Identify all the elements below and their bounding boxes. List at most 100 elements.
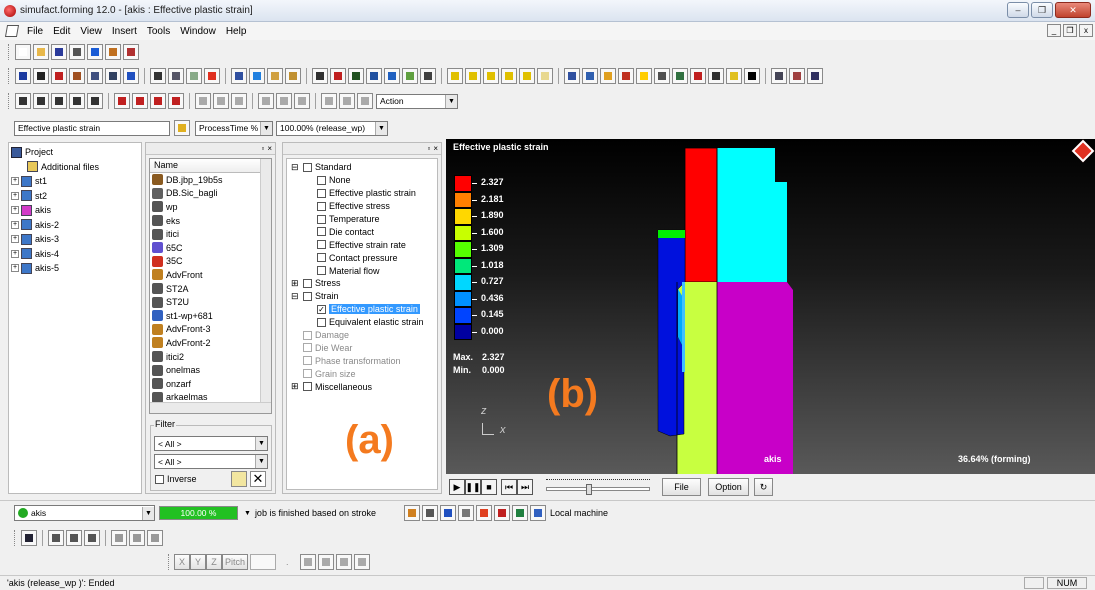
paste-icon[interactable]	[87, 68, 103, 84]
result-checkbox[interactable]	[317, 214, 326, 224]
option-button[interactable]: Option	[708, 478, 749, 496]
result-item[interactable]: Effective stress	[291, 200, 437, 213]
zoom-fit-icon[interactable]	[564, 68, 580, 84]
expand-icon[interactable]: ⊟	[291, 291, 301, 302]
color-icon[interactable]	[204, 68, 220, 84]
result-item[interactable]: Damage	[291, 329, 437, 342]
object-list-item[interactable]: itici2	[152, 350, 271, 364]
expand-icon[interactable]: +	[11, 264, 19, 273]
first-frame-button[interactable]: ⏮	[501, 479, 517, 495]
object-list-item[interactable]: AdvFront-3	[152, 323, 271, 337]
restore-button[interactable]: ❐	[1031, 2, 1053, 18]
close-icon[interactable]: ×	[267, 144, 272, 153]
monitor-icon[interactable]	[771, 68, 787, 84]
result-item[interactable]: ✓ Effective plastic strain	[291, 303, 437, 316]
view-mode-7-icon[interactable]	[147, 530, 163, 546]
view-mode-4-icon[interactable]	[84, 530, 100, 546]
result-item[interactable]: Phase transformation	[291, 354, 437, 367]
tool-15-icon[interactable]	[294, 93, 310, 109]
result-checkbox[interactable]	[317, 317, 326, 327]
fixture-icon[interactable]	[330, 68, 346, 84]
name-column-header[interactable]: Name	[150, 159, 271, 173]
clear-filter-icon[interactable]: ✕	[250, 471, 266, 487]
time-unit-select[interactable]: ProcessTime % ▼	[195, 120, 273, 136]
result-item[interactable]: None	[291, 174, 437, 187]
filter-select-2[interactable]: < All > ▼	[154, 454, 268, 469]
expand-icon[interactable]: ⊟	[291, 162, 301, 173]
project-item[interactable]: + akis-4	[11, 247, 139, 262]
menu-help[interactable]: Help	[221, 26, 252, 37]
object-list-item[interactable]: onelmas	[152, 363, 271, 377]
result-item[interactable]: ⊟ Strain	[291, 290, 437, 303]
view-mode-5-icon[interactable]	[111, 530, 127, 546]
rotate-icon[interactable]	[366, 68, 382, 84]
close-button[interactable]: ✕	[1055, 2, 1091, 18]
coord-tool-1-icon[interactable]	[299, 554, 316, 570]
tool-6-icon[interactable]	[114, 93, 130, 109]
result-checkbox[interactable]	[317, 188, 326, 198]
menu-tools[interactable]: Tools	[142, 26, 175, 37]
result-checkbox[interactable]	[317, 201, 326, 211]
object-list-item[interactable]: ST2U	[152, 295, 271, 309]
object-list-item[interactable]: AdvFront	[152, 268, 271, 282]
refresh-button[interactable]: ↻	[754, 478, 773, 496]
tool-2-icon[interactable]	[33, 93, 49, 109]
save-icon[interactable]	[51, 44, 67, 60]
result-checkbox[interactable]	[317, 175, 326, 185]
object-list-item[interactable]: itici	[152, 227, 271, 241]
project-item[interactable]: + st1	[11, 174, 139, 189]
pitch-input[interactable]	[250, 554, 276, 570]
minimize-button[interactable]: –	[1007, 2, 1029, 18]
result-checkbox[interactable]	[303, 382, 312, 392]
action-select[interactable]: Action ▼	[376, 93, 458, 109]
result-checkbox[interactable]	[317, 266, 326, 276]
tool-13-icon[interactable]	[258, 93, 274, 109]
view-mode-6-icon[interactable]	[129, 530, 145, 546]
expand-icon[interactable]: ⊞	[291, 278, 301, 289]
tool-5-icon[interactable]	[87, 93, 103, 109]
list-hscrollbar[interactable]	[150, 402, 271, 413]
menu-window[interactable]: Window	[175, 26, 221, 37]
result-checkbox[interactable]: ✓	[317, 304, 326, 314]
stop-button[interactable]: ■	[481, 479, 497, 495]
result-checkbox[interactable]	[303, 356, 312, 366]
tool-11-icon[interactable]	[213, 93, 229, 109]
view-mode-2-icon[interactable]	[48, 530, 64, 546]
mdi-restore-button[interactable]: ❐	[1063, 24, 1077, 37]
filter-icon[interactable]	[249, 68, 265, 84]
tool-1-icon[interactable]	[15, 93, 31, 109]
object-list-item[interactable]: onzarf	[152, 377, 271, 391]
object-list-item[interactable]: eks	[152, 214, 271, 228]
new-file-icon[interactable]	[15, 44, 31, 60]
filter-edit-icon[interactable]	[168, 68, 184, 84]
tool-8-icon[interactable]	[150, 93, 166, 109]
select-box-icon[interactable]	[384, 68, 400, 84]
project-item[interactable]: + akis	[11, 203, 139, 218]
result-item[interactable]: ⊟ Standard	[291, 161, 437, 174]
export-icon[interactable]	[789, 68, 805, 84]
play-button[interactable]: ▶	[449, 479, 465, 495]
object-list-item[interactable]: st1-wp+681	[152, 309, 271, 323]
job-tool-7-icon[interactable]	[512, 505, 529, 521]
view-bottom-icon[interactable]	[537, 68, 553, 84]
result-item[interactable]: Grain size	[291, 367, 437, 380]
result-checkbox[interactable]	[303, 278, 312, 288]
copy-icon[interactable]	[69, 68, 85, 84]
measure-icon[interactable]	[402, 68, 418, 84]
object-list-item[interactable]: ST2A	[152, 282, 271, 296]
result-item[interactable]: Effective strain rate	[291, 238, 437, 251]
filter-select-1[interactable]: < All > ▼	[154, 436, 268, 451]
expand-icon[interactable]: +	[11, 220, 19, 229]
scale-icon[interactable]	[708, 68, 724, 84]
file-button[interactable]: File	[662, 478, 701, 496]
result-type-select[interactable]: Effective plastic strain	[14, 120, 170, 136]
dimension-icon[interactable]	[312, 68, 328, 84]
note-icon[interactable]	[726, 68, 742, 84]
job-tool-2-icon[interactable]	[422, 505, 439, 521]
open-folder-icon[interactable]	[33, 44, 49, 60]
list-scrollbar[interactable]	[260, 159, 271, 413]
last-frame-button[interactable]: ⏭	[517, 479, 533, 495]
pitch-button[interactable]: Pitch	[222, 554, 248, 570]
display-icon[interactable]	[231, 68, 247, 84]
zoom-window-icon[interactable]	[582, 68, 598, 84]
